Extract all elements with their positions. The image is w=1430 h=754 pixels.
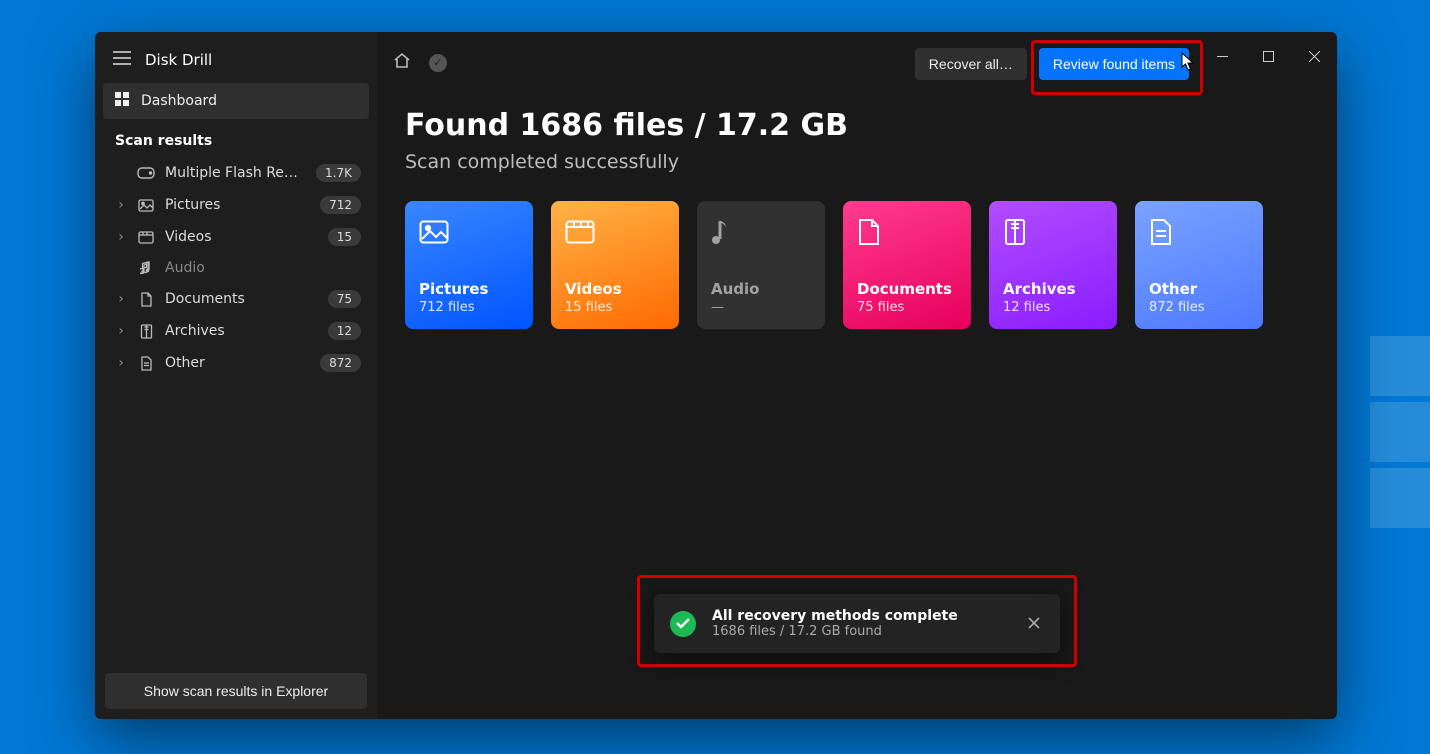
music-icon [137,261,155,275]
card-sub: 12 files [1003,300,1103,315]
card-other[interactable]: Other 872 files [1135,201,1263,329]
app-window: Disk Drill Dashboard Scan results › Mult… [95,32,1337,719]
toast-sub: 1686 files / 17.2 GB found [712,624,1008,639]
main-area: ✓ Recover all… Review found items Found … [377,32,1337,719]
card-audio[interactable]: Audio — [697,201,825,329]
card-title: Pictures [419,280,519,298]
card-documents[interactable]: Documents 75 files [843,201,971,329]
window-minimize-button[interactable] [1199,32,1245,80]
top-icon-row: ✓ [393,52,447,73]
recover-all-button[interactable]: Recover all… [915,48,1027,80]
music-icon [711,215,811,249]
chevron-right-icon: › [115,323,127,339]
card-title: Videos [565,280,665,298]
sidebar-item-videos[interactable]: › Videos 15 [103,221,369,253]
sidebar-item-label: Documents [165,291,318,307]
sidebar-header: Disk Drill [95,32,377,83]
sidebar-item-count: 712 [320,196,361,214]
file-icon [137,356,155,371]
card-sub: — [711,300,811,315]
category-cards: Pictures 712 files Videos 15 files Audio… [405,201,1309,329]
sidebar-device-label: Multiple Flash Reader U… [165,165,306,181]
nav-dashboard-label: Dashboard [141,93,217,109]
document-icon [857,215,957,249]
app-title: Disk Drill [145,51,212,69]
sidebar-footer: Show scan results in Explorer [95,663,377,719]
hamburger-icon[interactable] [113,50,131,69]
card-sub: 872 files [1149,300,1249,315]
toast-title: All recovery methods complete [712,608,1008,624]
chevron-right-icon: › [115,197,127,213]
desktop-windows-logo [1370,330,1430,534]
card-sub: 75 files [857,300,957,315]
dashboard-icon [115,92,129,110]
image-icon [419,215,519,249]
completion-toast: All recovery methods complete 1686 files… [654,594,1060,653]
card-title: Archives [1003,280,1103,298]
card-sub: 15 files [565,300,665,315]
sidebar-item-other[interactable]: › Other 872 [103,347,369,379]
sidebar-nav: Dashboard Scan results › Multiple Flash … [95,83,377,663]
window-controls [1199,32,1337,80]
card-pictures[interactable]: Pictures 712 files [405,201,533,329]
archive-icon [137,324,155,339]
card-title: Audio [711,280,811,298]
sidebar-device-row[interactable]: › Multiple Flash Reader U… 1.7K [103,157,369,189]
chevron-right-icon: › [115,355,127,371]
file-icon [1149,215,1249,249]
sidebar-item-label: Other [165,355,310,371]
sidebar-item-label: Videos [165,229,318,245]
toast-close-button[interactable] [1024,610,1044,637]
card-title: Other [1149,280,1249,298]
sidebar-item-count: 15 [328,228,361,246]
window-close-button[interactable] [1291,32,1337,80]
sidebar-item-label: Audio [165,260,361,276]
sidebar-item-audio[interactable]: › Audio [103,253,369,283]
sidebar-device-count: 1.7K [316,164,361,182]
video-icon [137,231,155,244]
sidebar-item-count: 12 [328,322,361,340]
top-buttons: Recover all… Review found items [915,48,1189,80]
video-icon [565,215,665,249]
card-title: Documents [857,280,957,298]
sidebar: Disk Drill Dashboard Scan results › Mult… [95,32,377,719]
nav-dashboard[interactable]: Dashboard [103,83,369,119]
show-in-explorer-button[interactable]: Show scan results in Explorer [105,673,367,709]
verified-icon[interactable]: ✓ [429,54,447,72]
results-headline: Found 1686 files / 17.2 GB [405,108,1309,143]
chevron-right-icon: › [115,291,127,307]
results-subhead: Scan completed successfully [405,151,1309,173]
sidebar-item-count: 75 [328,290,361,308]
window-maximize-button[interactable] [1245,32,1291,80]
sidebar-item-archives[interactable]: › Archives 12 [103,315,369,347]
sidebar-section-title: Scan results [103,119,369,157]
card-sub: 712 files [419,300,519,315]
sidebar-item-count: 872 [320,354,361,372]
chevron-right-icon: › [115,229,127,245]
card-videos[interactable]: Videos 15 files [551,201,679,329]
image-icon [137,199,155,212]
review-found-items-button[interactable]: Review found items [1039,48,1189,80]
drive-icon [137,167,155,179]
sidebar-item-documents[interactable]: › Documents 75 [103,283,369,315]
toast-container: All recovery methods complete 1686 files… [654,594,1060,653]
card-archives[interactable]: Archives 12 files [989,201,1117,329]
document-icon [137,292,155,307]
sidebar-item-label: Pictures [165,197,310,213]
archive-icon [1003,215,1103,249]
home-icon[interactable] [393,52,411,73]
sidebar-item-pictures[interactable]: › Pictures 712 [103,189,369,221]
check-circle-icon [670,611,696,637]
sidebar-item-label: Archives [165,323,318,339]
